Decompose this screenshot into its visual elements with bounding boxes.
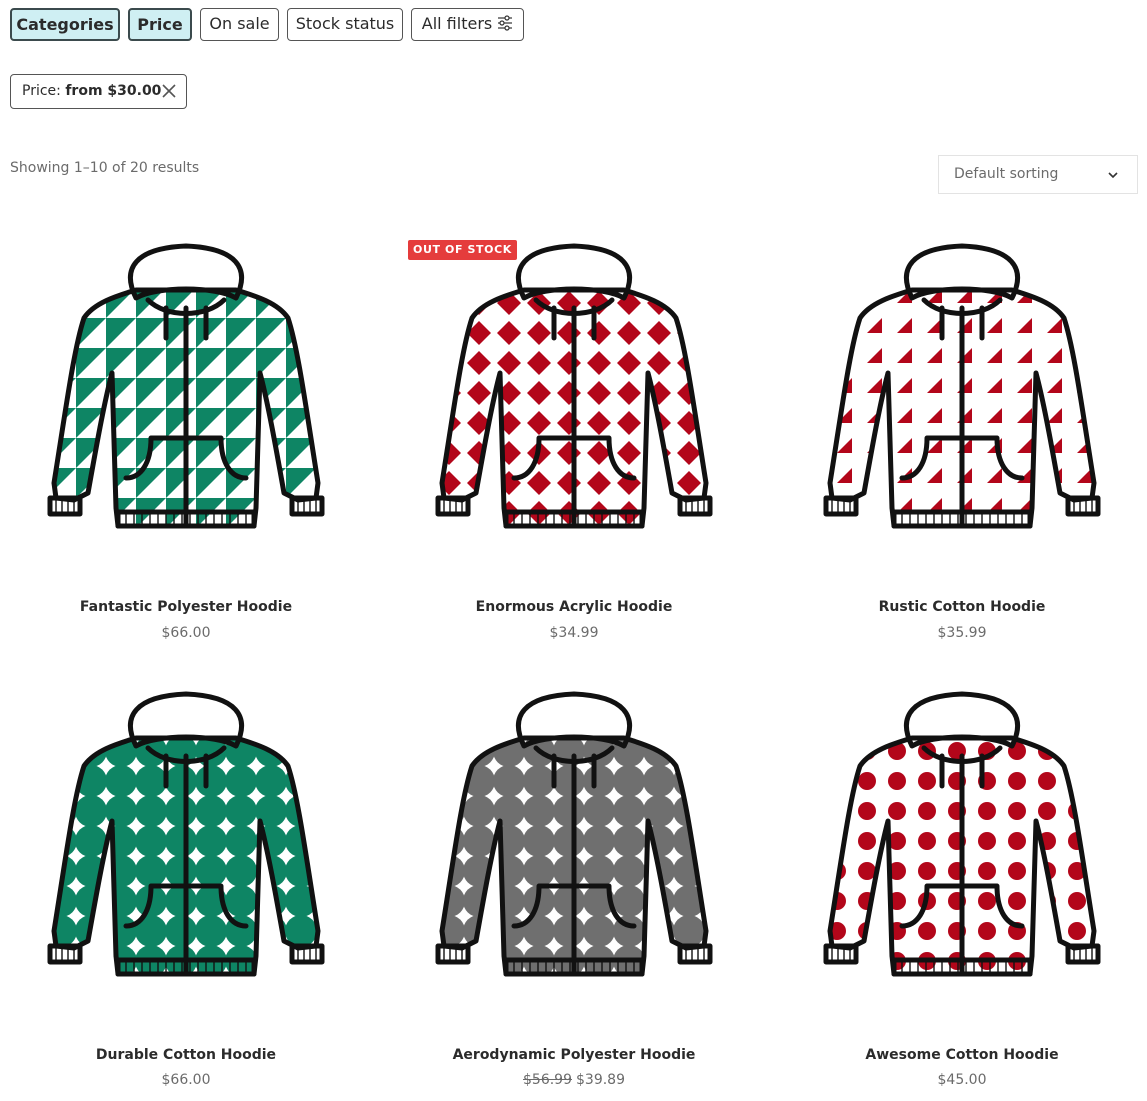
filter-chip-all-filters[interactable]: All filters (411, 8, 524, 41)
filter-chip-stock-status[interactable]: Stock status (287, 8, 403, 41)
sliders-icon (498, 15, 513, 31)
active-filter-prefix: Price: (22, 83, 61, 99)
all-filters-label: All filters (421, 14, 493, 33)
product-name[interactable]: Durable Cotton Hoodie (16, 1047, 356, 1063)
result-count: Showing 1–10 of 20 results (10, 160, 200, 176)
hoodie-green-dots-icon[interactable] (16, 656, 356, 996)
product-price: $66.00 (161, 1072, 211, 1088)
product-name[interactable]: Enormous Acrylic Hoodie (404, 599, 744, 615)
out-of-stock-badge: OUT OF STOCK (408, 240, 517, 260)
active-filter-value: from $30.00 (65, 83, 162, 99)
product-sale-price: $39.89 (576, 1072, 625, 1088)
hoodie-green-geometric-icon[interactable] (16, 208, 356, 548)
product-regular-price: $56.99 (523, 1072, 572, 1088)
product-name[interactable]: Aerodynamic Polyester Hoodie (404, 1047, 744, 1063)
product-name[interactable]: Fantastic Polyester Hoodie (16, 599, 356, 615)
active-filter-price: Price: from $30.00 (10, 74, 187, 109)
sort-select[interactable]: Default sorting (938, 155, 1138, 194)
sort-selected-label: Default sorting (954, 166, 1059, 182)
hoodie-red-stars-icon[interactable] (792, 656, 1132, 996)
hoodie-gray-dots-icon[interactable] (404, 656, 744, 996)
product-price: $56.99 $39.89 (404, 1072, 744, 1088)
filter-chip-on-sale[interactable]: On sale (200, 8, 279, 41)
product-price: $66.00 (161, 625, 211, 641)
product-price: $35.99 (937, 625, 987, 641)
product-price: $45.00 (937, 1072, 987, 1088)
close-icon[interactable] (162, 84, 176, 98)
product-price: $34.99 (549, 625, 599, 641)
product-name[interactable]: Awesome Cotton Hoodie (792, 1047, 1132, 1063)
chevron-down-icon (1108, 172, 1118, 179)
filter-chip-price[interactable]: Price (128, 8, 192, 41)
product-name[interactable]: Rustic Cotton Hoodie (792, 599, 1132, 615)
hoodie-red-pinwheel-icon[interactable] (792, 208, 1132, 548)
filter-chip-categories[interactable]: Categories (10, 8, 120, 41)
